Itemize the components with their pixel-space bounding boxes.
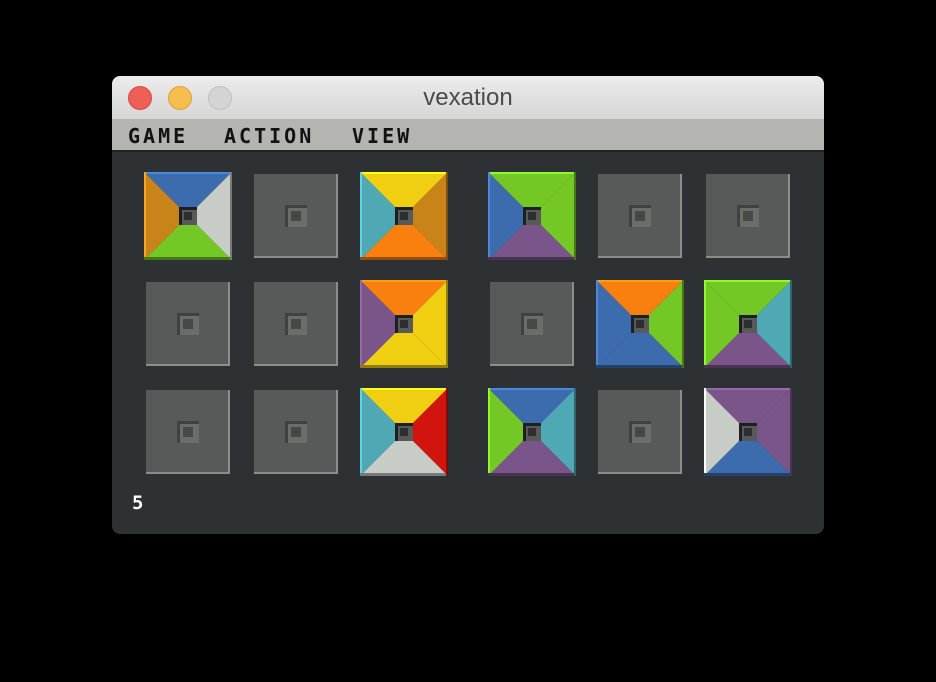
- tile-r2-c5[interactable]: [596, 280, 684, 368]
- empty-slot-r3-c1[interactable]: [144, 388, 232, 476]
- window-title: vexation: [423, 84, 513, 111]
- empty-slot-r1-c6[interactable]: [704, 172, 792, 260]
- empty-slot-r3-c5[interactable]: [596, 388, 684, 476]
- tile-r2-c6[interactable]: [704, 280, 792, 368]
- title-bar[interactable]: vexation: [112, 76, 824, 119]
- empty-slot-r2-c4[interactable]: [488, 280, 576, 368]
- menu-view[interactable]: VIEW: [352, 124, 412, 148]
- empty-slot-r2-c2[interactable]: [252, 280, 340, 368]
- menu-game[interactable]: GAME: [128, 124, 188, 148]
- tile-r2-c3[interactable]: [360, 280, 448, 368]
- tile-r1-c1[interactable]: [144, 172, 232, 260]
- empty-slot-r1-c5[interactable]: [596, 172, 684, 260]
- tile-r1-c3[interactable]: [360, 172, 448, 260]
- tile-r3-c6[interactable]: [704, 388, 792, 476]
- empty-slot-r1-c2[interactable]: [252, 172, 340, 260]
- empty-slot-r2-c1[interactable]: [144, 280, 232, 368]
- tile-r3-c3[interactable]: [360, 388, 448, 476]
- move-counter: 5: [132, 492, 144, 514]
- menu-action[interactable]: ACTION: [224, 124, 314, 148]
- tile-r1-c4[interactable]: [488, 172, 576, 260]
- game-window: vexation GAME ACTION VIEW 5: [112, 76, 824, 534]
- tile-r3-c4[interactable]: [488, 388, 576, 476]
- empty-slot-r3-c2[interactable]: [252, 388, 340, 476]
- game-board: [112, 154, 824, 534]
- menu-bar: GAME ACTION VIEW: [112, 119, 824, 152]
